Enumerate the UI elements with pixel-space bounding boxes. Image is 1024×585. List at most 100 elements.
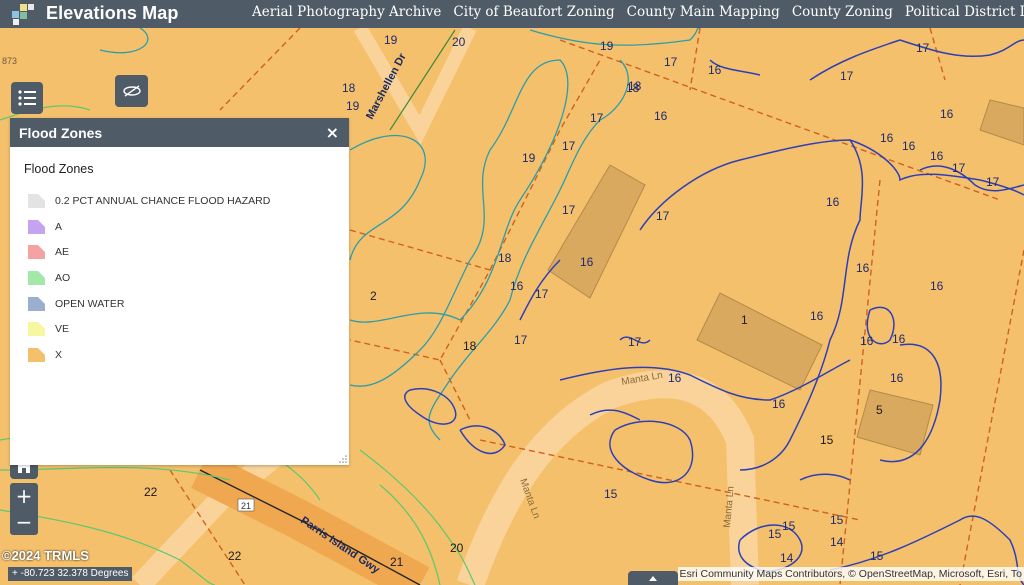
legend-item: 0.2 PCT ANNUAL CHANCE FLOOD HAZARD (28, 188, 270, 214)
contour-label: 16 (930, 279, 944, 293)
hide-toggle-button[interactable] (115, 75, 148, 107)
legend-item: AO (28, 265, 270, 291)
contour-label: 16 (902, 139, 916, 153)
contour-label: 18 (463, 339, 477, 353)
legend-label: A (55, 220, 63, 233)
plus-icon: + (12, 568, 21, 579)
nav-county-main-mapping[interactable]: County Main Mapping (627, 4, 780, 20)
zoom-control: + − (10, 483, 38, 535)
legend-swatch (28, 245, 45, 260)
contour-label: 17 (986, 175, 1000, 189)
legend-swatch (28, 270, 45, 285)
legend-swatch (28, 296, 45, 311)
contour-label: 19 (346, 99, 360, 113)
coordinate-readout: + -80.723 32.378 Degrees (8, 567, 133, 581)
legend-label: AO (55, 271, 71, 284)
bottom-panel-toggle[interactable] (628, 571, 678, 585)
flood-zones-panel: Flood Zones × Flood Zones 0.2 PCT ANNUAL… (10, 118, 349, 465)
parcel-label: 873 (2, 56, 17, 66)
contour-label: 16 (654, 109, 668, 123)
contour-label: 16 (772, 397, 786, 411)
nav-aerial-photography[interactable]: Aerial Photography Archive (252, 4, 441, 20)
legend-label: VE (55, 323, 70, 336)
nav-political-district[interactable]: Political District Lookup (905, 4, 1024, 20)
contour-label: 14 (830, 535, 844, 549)
contour-label: 16 (510, 279, 524, 293)
contour-label: 1 (741, 313, 748, 327)
map-attribution: Esri Community Maps Contributors, © Open… (677, 567, 1024, 581)
panel-header: Flood Zones (10, 118, 349, 147)
contour-label: 16 (860, 334, 874, 348)
app-title: Elevations Map (46, 3, 179, 23)
zoom-in-button[interactable]: + (10, 483, 38, 509)
contour-label: 18 (498, 251, 512, 265)
contour-label: 16 (810, 309, 824, 323)
contour-label: 16 (890, 371, 904, 385)
legend-swatch (28, 347, 45, 362)
zoom-out-button[interactable]: − (10, 509, 38, 535)
route-shield: 21 (241, 501, 251, 511)
legend-item: VE (28, 316, 270, 342)
legend-label: 0.2 PCT ANNUAL CHANCE FLOOD HAZARD (55, 194, 271, 207)
contour-label: 17 (535, 287, 549, 301)
legend-swatch (28, 193, 45, 208)
contour-label: 18 (342, 81, 356, 95)
legend-item: A (28, 214, 270, 240)
contour-label: 16 (668, 371, 682, 385)
legend-list: 0.2 PCT ANNUAL CHANCE FLOOD HAZARD A AE … (28, 188, 270, 368)
contour-label: 16 (930, 149, 944, 163)
resize-handle-icon[interactable] (339, 455, 347, 463)
copyright-text: ©2024 TRMLS (2, 548, 89, 563)
contour-label: 19 (522, 151, 536, 165)
legend-label: X (55, 348, 63, 361)
close-icon[interactable]: × (326, 123, 339, 142)
legend-label: AE (55, 246, 70, 259)
contour-label: 17 (840, 69, 854, 83)
contour-label: 20 (452, 35, 466, 49)
legend-item: X (28, 342, 270, 368)
contour-label: 17 (562, 139, 576, 153)
contour-label: 17 (656, 209, 670, 223)
nav-county-zoning[interactable]: County Zoning (792, 4, 893, 20)
contour-label: 16 (880, 131, 894, 145)
contour-label: 15 (768, 527, 782, 541)
contour-label: 17 (628, 335, 642, 349)
contour-label: 15 (830, 513, 844, 527)
contour-label: 5 (876, 403, 883, 417)
contour-label: 19 (600, 39, 614, 53)
contour-label: 20 (450, 541, 464, 555)
contour-label: 14 (780, 551, 794, 565)
legend-title: Flood Zones (24, 162, 94, 176)
contour-label: 2 (370, 289, 377, 303)
contour-label: 16 (826, 195, 840, 209)
panel-title: Flood Zones (19, 124, 103, 141)
contour-label: 17 (664, 55, 678, 69)
contour-label: 17 (590, 111, 604, 125)
contour-label: 15 (820, 433, 834, 447)
legend-swatch (28, 322, 45, 337)
eye-off-icon (122, 85, 141, 97)
app-logo-icon (12, 4, 34, 25)
contour-label: 16 (856, 261, 870, 275)
contour-label: 18 (628, 79, 642, 93)
contour-label: 15 (870, 549, 884, 563)
contour-label: 17 (514, 333, 528, 347)
contour-label: 16 (940, 107, 954, 121)
contour-label: 17 (916, 41, 930, 55)
contour-label: 22 (228, 549, 242, 563)
contour-label: 17 (562, 203, 576, 217)
contour-label: 21 (390, 555, 404, 569)
nav-city-zoning[interactable]: City of Beaufort Zoning (453, 4, 614, 20)
contour-label: 17 (952, 161, 966, 175)
contour-label: 16 (708, 63, 722, 77)
contour-label: 16 (580, 255, 594, 269)
contour-label: 22 (144, 485, 158, 499)
layer-list-button[interactable] (11, 82, 43, 114)
legend-label: OPEN WATER (55, 297, 125, 310)
coordinate-value: -80.723 32.378 Degrees (20, 568, 129, 579)
top-nav: Aerial Photography Archive City of Beauf… (252, 4, 1024, 20)
legend-item: OPEN WATER (28, 291, 270, 317)
legend-swatch (28, 219, 45, 234)
app-header: Elevations Map Aerial Photography Archiv… (0, 0, 1024, 28)
contour-label: 15 (782, 519, 796, 533)
